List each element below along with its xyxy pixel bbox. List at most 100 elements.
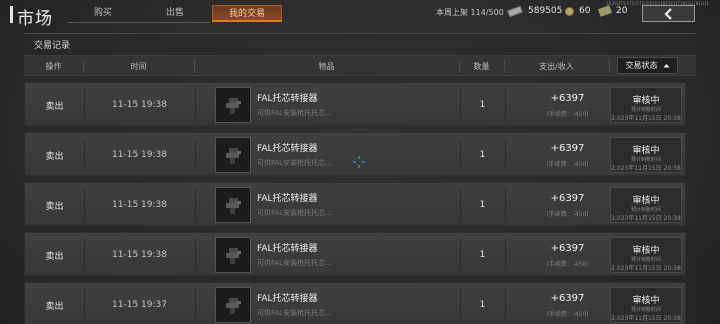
status-text: 审核中 [632,246,660,256]
table-row[interactable]: 卖出 11-15 19:38 FAL托芯转接器 可供FAL安装枪托托芯... 1… [24,232,686,276]
status-text: 审核中 [632,96,660,106]
item-name: FAL托芯转接器 [257,144,318,154]
fee-note: (手续费：-450) [546,211,589,218]
cash-icon [507,5,523,17]
col-action: 操作 [45,62,62,71]
action-label: 卖出 [45,301,64,312]
row-divider [505,239,506,271]
item-description: 可供FAL安装枪托托芯... [257,309,332,317]
fee-note: (手续费：-450) [546,261,589,268]
row-divider [195,189,196,221]
cash-value: 589505 [528,6,563,16]
item-quantity: 1 [479,250,486,260]
status-text: 审核中 [632,296,660,306]
stock-adapter-icon [226,148,241,164]
top-bar: 市场 购买 出售 我的交易 本周上架 114/500 589505 60 20 … [0,0,720,29]
weekly-label: 本周上架 [436,8,468,17]
tab-my-trades[interactable]: 我的交易 [212,5,282,22]
status-eta-date: 2,023年11月15日 20:38 [611,115,681,122]
currency-ticket: 20 [597,4,628,18]
table-header: 操作 时间 物品 数量 支出/收入 [24,55,696,76]
row-divider [505,289,506,321]
amount-income: +6397 [550,193,585,204]
item-thumbnail[interactable] [215,237,251,273]
ticket-icon [597,5,613,17]
currency-cash: 589505 [507,4,563,18]
status-filter-label: 交易状态 [625,61,658,70]
tab-underline [68,22,210,23]
item-quantity: 1 [479,150,486,160]
stock-adapter-icon [226,248,241,264]
row-divider [195,289,196,321]
trade-time: 11-15 19:37 [112,300,167,310]
status-eta-label: 预计到账时间 [630,257,661,263]
table-row[interactable]: 卖出 11-15 19:38 FAL托芯转接器 可供FAL安装枪托托芯... 1… [24,82,686,126]
fee-note: (手续费：-450) [546,161,589,168]
back-arrow-icon [663,7,672,20]
stock-adapter-icon [226,98,241,114]
amount-income: +6397 [550,243,585,254]
row-divider [505,189,506,221]
item-thumbnail[interactable] [215,137,251,173]
ticket-value: 20 [616,6,628,16]
row-divider [505,139,506,171]
title-accent-bar [10,6,13,23]
row-divider [505,89,506,121]
crosshair-cursor-icon [353,156,365,168]
trade-time: 11-15 19:38 [112,200,167,210]
action-label: 卖出 [45,251,64,262]
table-row[interactable]: 卖出 11-15 19:38 FAL托芯转接器 可供FAL安装枪托托芯... 1… [24,182,686,226]
status-eta-label: 预计到账时间 [630,107,661,113]
status-eta-label: 预计到账时间 [630,157,661,163]
row-divider [195,89,196,121]
fee-note: (手续费：-450) [546,111,589,118]
fee-note: (手续费：-450) [546,311,589,318]
item-quantity: 1 [479,300,486,310]
table-row[interactable]: 卖出 11-15 19:38 FAL托芯转接器 可供FAL安装枪托托芯... 1… [24,132,686,176]
item-quantity: 1 [479,200,486,210]
tab-sell[interactable]: 出售 [140,5,210,22]
trade-time: 11-15 19:38 [112,250,167,260]
currency-coin: 60 [565,4,590,18]
table-row[interactable]: 卖出 11-15 19:37 FAL托芯转接器 可供FAL安装枪托托芯... 1… [24,282,686,324]
col-time: 时间 [130,62,147,71]
weekly-value: 114/500 [470,8,504,17]
col-divider [609,60,610,73]
stock-adapter-icon [226,198,241,214]
back-button[interactable] [642,5,695,22]
page-title: 市场 [17,9,53,29]
item-name: FAL托芯转接器 [257,194,318,204]
amount-income: +6397 [550,93,585,104]
chevron-up-icon [663,64,669,68]
amount-income: +6397 [550,293,585,304]
action-label: 卖出 [45,101,64,112]
status-badge: 审核中 预计到账时间 2,023年11月15日 20:38 [610,87,682,123]
col-amount: 支出/收入 [539,62,574,71]
col-qty: 数量 [473,62,490,71]
status-text: 审核中 [632,146,660,156]
stock-adapter-icon [226,298,241,314]
item-thumbnail[interactable] [215,87,251,123]
status-eta-label: 预计到账时间 [630,207,661,213]
item-description: 可供FAL安装枪托托芯... [257,159,332,167]
weekly-listing-count: 本周上架 114/500 [436,7,504,18]
status-eta-date: 2,023年11月15日 20:38 [611,265,681,272]
trade-time: 11-15 19:38 [112,150,167,160]
status-eta-label: 预计到账时间 [630,307,661,313]
amount-income: +6397 [550,143,585,154]
status-badge: 审核中 预计到账时间 2,023年11月15日 20:38 [610,237,682,273]
status-badge: 审核中 预计到账时间 2,023年11月15日 20:38 [610,187,682,223]
item-thumbnail[interactable] [215,287,251,323]
status-filter-button[interactable]: 交易状态 [617,57,678,74]
item-name: FAL托芯转接器 [257,94,318,104]
item-name: FAL托芯转接器 [257,294,318,304]
trade-time: 11-15 19:38 [112,100,167,110]
item-name: FAL托芯转接器 [257,244,318,254]
coin-icon [565,6,574,16]
status-eta-date: 2,023年11月15日 20:38 [611,215,681,222]
item-thumbnail[interactable] [215,187,251,223]
section-title: 交易记录 [34,41,71,51]
tab-buy[interactable]: 购买 [68,5,138,22]
status-text: 审核中 [632,196,660,206]
item-description: 可供FAL安装枪托托芯... [257,209,332,217]
